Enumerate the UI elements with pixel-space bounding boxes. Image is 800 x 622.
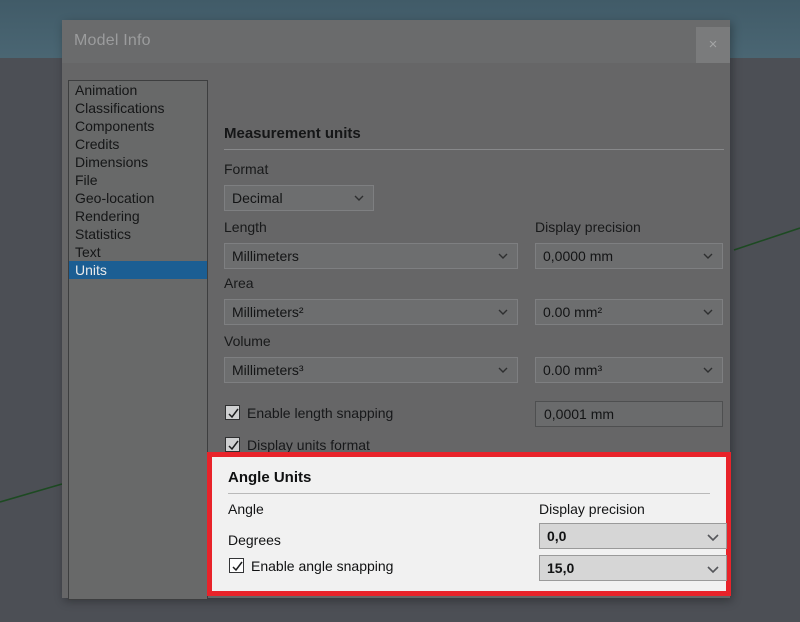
chevron-down-icon xyxy=(706,562,719,574)
chevron-down-icon xyxy=(706,530,719,542)
length-snapping-value: 0,0001 mm xyxy=(544,406,615,422)
close-icon[interactable]: × xyxy=(696,27,730,63)
chevron-down-icon xyxy=(497,364,509,376)
green-axis-line-right xyxy=(733,227,800,251)
format-value: Decimal xyxy=(232,190,283,206)
dialog-title: Model Info xyxy=(74,32,151,49)
format-dropdown[interactable]: Decimal xyxy=(224,185,374,211)
green-axis-line-left xyxy=(0,483,63,503)
sidebar-item-dimensions[interactable]: Dimensions xyxy=(69,153,207,171)
angle-snapping-value: 15,0 xyxy=(547,560,575,576)
length-units-dropdown[interactable]: Millimeters xyxy=(224,243,518,269)
checkbox-checked-icon[interactable] xyxy=(225,405,240,420)
angle-precision-value: 0,0 xyxy=(547,528,567,544)
volume-units-dropdown[interactable]: Millimeters³ xyxy=(224,357,518,383)
angle-snapping-dropdown[interactable]: 15,0 xyxy=(539,555,727,581)
sidebar-item-text[interactable]: Text xyxy=(69,243,207,261)
chevron-down-icon xyxy=(702,364,714,376)
area-units-dropdown[interactable]: Millimeters² xyxy=(224,299,518,325)
sidebar-item-statistics[interactable]: Statistics xyxy=(69,225,207,243)
category-list[interactable]: Animation Classifications Components Cre… xyxy=(68,80,208,600)
sidebar-item-rendering[interactable]: Rendering xyxy=(69,207,207,225)
area-label: Area xyxy=(224,275,254,291)
measurement-units-heading: Measurement units xyxy=(224,125,361,142)
chevron-down-icon xyxy=(702,306,714,318)
length-precision-label: Display precision xyxy=(535,219,641,235)
area-precision-value: 0.00 mm² xyxy=(543,304,603,320)
angle-units-divider xyxy=(228,493,710,494)
checkbox-checked-icon[interactable] xyxy=(229,558,244,573)
length-precision-value: 0,0000 mm xyxy=(543,248,614,264)
length-precision-dropdown[interactable]: 0,0000 mm xyxy=(535,243,723,269)
chevron-down-icon xyxy=(497,250,509,262)
enable-angle-snapping-label: Enable angle snapping xyxy=(251,558,394,574)
angle-precision-label: Display precision xyxy=(539,501,645,517)
length-snapping-input[interactable]: 0,0001 mm xyxy=(535,401,723,427)
sidebar-item-credits[interactable]: Credits xyxy=(69,135,207,153)
chevron-down-icon xyxy=(702,250,714,262)
sidebar-item-classifications[interactable]: Classifications xyxy=(69,99,207,117)
area-precision-dropdown[interactable]: 0.00 mm² xyxy=(535,299,723,325)
angle-units-highlight-box: Angle Units Angle Display precision Degr… xyxy=(207,452,731,596)
angle-units-heading: Angle Units xyxy=(228,469,312,486)
format-label: Format xyxy=(224,161,269,177)
sidebar-item-animation[interactable]: Animation xyxy=(69,81,207,99)
chevron-down-icon xyxy=(353,192,365,204)
volume-label: Volume xyxy=(224,333,271,349)
length-units-value: Millimeters xyxy=(232,248,299,264)
checkbox-checked-icon[interactable] xyxy=(225,437,240,452)
volume-units-value: Millimeters³ xyxy=(232,362,304,378)
sidebar-item-geo-location[interactable]: Geo-location xyxy=(69,189,207,207)
area-units-value: Millimeters² xyxy=(232,304,304,320)
enable-length-snapping-label: Enable length snapping xyxy=(247,405,394,421)
angle-label: Angle xyxy=(228,501,264,517)
sidebar-item-components[interactable]: Components xyxy=(69,117,207,135)
angle-units-section: Angle Units Angle Display precision Degr… xyxy=(212,457,727,591)
sidebar-item-file[interactable]: File xyxy=(69,171,207,189)
length-label: Length xyxy=(224,219,267,235)
volume-precision-dropdown[interactable]: 0.00 mm³ xyxy=(535,357,723,383)
dialog-titlebar: Model Info × xyxy=(62,20,730,63)
degrees-label: Degrees xyxy=(228,532,281,548)
sidebar-item-units[interactable]: Units xyxy=(69,261,207,279)
measurement-divider xyxy=(224,149,724,150)
angle-precision-dropdown[interactable]: 0,0 xyxy=(539,523,727,549)
chevron-down-icon xyxy=(497,306,509,318)
volume-precision-value: 0.00 mm³ xyxy=(543,362,603,378)
